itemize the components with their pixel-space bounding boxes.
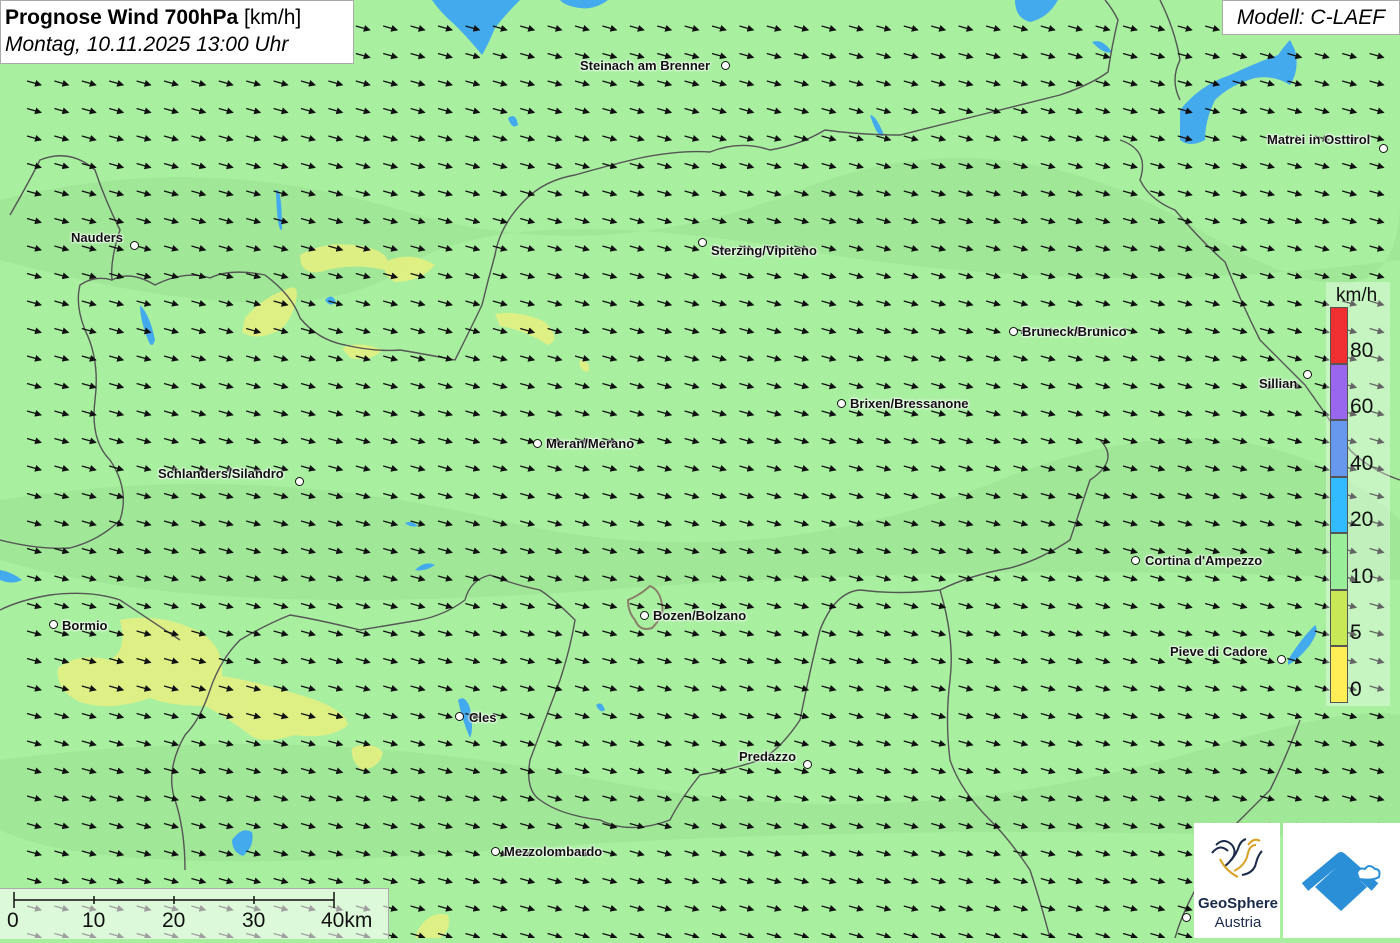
city-dot-bormio xyxy=(49,620,58,629)
legend-label-5: 5 xyxy=(1350,621,1362,644)
city-label-cortina: Cortina d'Ampezzo xyxy=(1145,553,1263,568)
legend-bar-2 xyxy=(1330,420,1348,477)
legend-bar-4 xyxy=(1330,533,1348,590)
city-label-meran: Meran/Merano xyxy=(546,436,635,451)
scale-label-0: 0 xyxy=(7,909,19,932)
geosphere-logo-text: GeoSphere xyxy=(1197,895,1279,912)
city-label-matrei: Matrei in Osttirol xyxy=(1267,132,1371,147)
legend-label-0: 0 xyxy=(1350,678,1362,701)
city-dot-cles xyxy=(455,712,464,721)
map-title: Prognose Wind 700hPa [km/h] xyxy=(5,4,349,32)
legend-unit: km/h xyxy=(1336,285,1378,306)
city-dot-cortina xyxy=(1131,556,1140,565)
legend-bar-0 xyxy=(1330,307,1348,364)
partner-logo-panel[interactable] xyxy=(1283,823,1400,938)
city-dot-bruneck xyxy=(1009,327,1018,336)
scale-label-30: 30 xyxy=(242,909,266,932)
city-label-cles: Cles xyxy=(469,710,497,725)
city-label-nauders: Nauders xyxy=(71,230,124,245)
scale-label-10: 10 xyxy=(82,909,106,932)
geosphere-logo-icon xyxy=(1211,838,1263,878)
legend-label-80: 80 xyxy=(1350,339,1374,362)
city-label-pieve: Pieve di Cadore xyxy=(1170,644,1268,659)
legend-label-60: 60 xyxy=(1350,395,1374,418)
legend-bar-1 xyxy=(1330,363,1348,420)
city-label-mezzolombardo: Mezzolombardo xyxy=(504,844,603,859)
legend-bar-6 xyxy=(1330,646,1348,703)
model-label: Modell: C-LAEF xyxy=(1222,0,1400,35)
legend-label-20: 20 xyxy=(1350,508,1374,531)
legend-bar-3 xyxy=(1330,476,1348,533)
forecast-datetime: Montag, 10.11.2025 13:00 Uhr xyxy=(5,33,289,56)
legend-label-40: 40 xyxy=(1350,452,1374,475)
city-dot-unlabeled xyxy=(1182,913,1191,922)
city-label-bormio: Bormio xyxy=(62,618,108,633)
city-dot-sterzing xyxy=(698,238,707,247)
city-label-steinach: Steinach am Brenner xyxy=(580,58,711,73)
city-label-sillian: Sillian xyxy=(1259,376,1298,391)
city-label-predazzo: Predazzo xyxy=(739,749,797,764)
scale-label-20: 20 xyxy=(162,909,186,932)
city-label-schlanders: Schlanders/Silandro xyxy=(158,466,284,481)
city-dot-schlanders xyxy=(295,477,304,486)
city-dot-steinach xyxy=(721,61,730,70)
city-dot-nauders xyxy=(130,241,139,250)
legend-label-10: 10 xyxy=(1350,565,1374,588)
title-unit: [km/h] xyxy=(244,6,302,29)
geosphere-logo-subtext: Austria xyxy=(1214,914,1262,931)
city-label-bruneck: Bruneck/Brunico xyxy=(1022,324,1127,339)
city-dot-pieve xyxy=(1277,655,1286,664)
city-label-bozen: Bozen/Bolzano xyxy=(653,608,747,623)
city-dot-sillian xyxy=(1303,370,1312,379)
cloud-arrow-logo-icon xyxy=(1301,852,1381,911)
city-label-brixen: Brixen/Bressanone xyxy=(850,396,969,411)
city-dot-mezzolombardo xyxy=(491,847,500,856)
scale-label-40km: 40km xyxy=(321,909,373,932)
city-dot-predazzo xyxy=(803,760,812,769)
city-dot-meran xyxy=(533,439,542,448)
city-dot-matrei xyxy=(1379,144,1388,153)
city-dot-brixen xyxy=(837,399,846,408)
city-label-sterzing: Sterzing/Vipiteno xyxy=(711,243,817,258)
map-title-panel: Prognose Wind 700hPa [km/h] Montag, 10.1… xyxy=(0,0,354,64)
title-main: Prognose Wind 700hPa xyxy=(5,6,239,29)
city-dot-bozen xyxy=(640,611,649,620)
legend-bar-5 xyxy=(1330,589,1348,646)
